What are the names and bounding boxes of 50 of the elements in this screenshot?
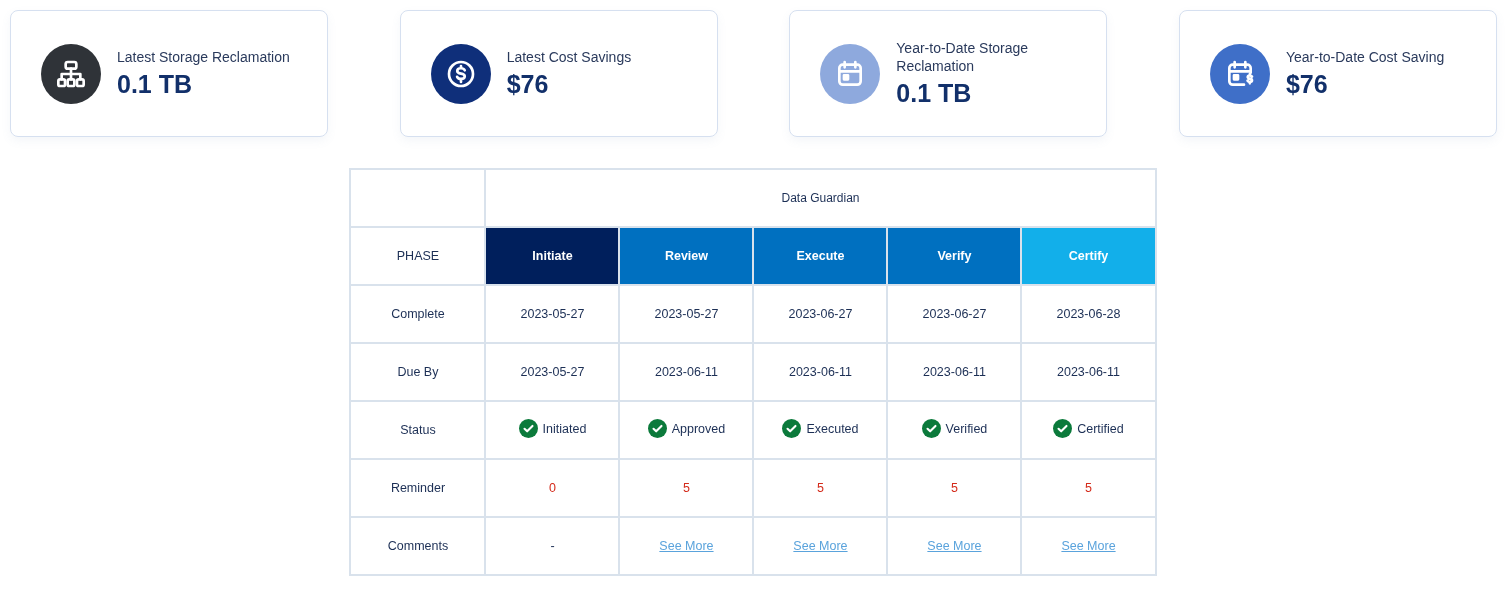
see-more-link[interactable]: See More [1061, 539, 1116, 553]
check-icon [921, 419, 941, 438]
table-cell: 2023-05-27 [485, 285, 620, 343]
table-cell: 2023-06-27 [753, 285, 888, 343]
table-title: Data Guardian [485, 169, 1156, 227]
stat-label: Latest Cost Savings [506, 48, 632, 66]
check-icon [782, 419, 802, 438]
phase-header: Review [619, 227, 754, 285]
stat-value: $76 [1285, 70, 1329, 99]
table-cell: 2023-05-27 [485, 343, 620, 401]
check-icon [647, 419, 667, 438]
check-icon [518, 419, 538, 438]
table-cell: - [485, 517, 620, 575]
table-cell: 2023-06-11 [1021, 343, 1156, 401]
row-label: Reminder [350, 459, 486, 517]
phase-header: Certify [1021, 227, 1156, 285]
table-cell: 2023-06-11 [753, 343, 888, 401]
status-text: Approved [671, 421, 726, 436]
row-label: Due By [350, 343, 486, 401]
check-icon [1053, 419, 1073, 438]
table-cell: 5 [753, 459, 888, 517]
stat-label: Year-to-Date Cost Saving [1285, 48, 1445, 66]
stat-value: 0.1 TB [117, 70, 194, 99]
status-text: Initiated [542, 421, 587, 436]
row-label: PHASE [350, 227, 486, 285]
table-cell: 5 [619, 459, 754, 517]
stat-label: Latest Storage Reclamation [117, 48, 290, 66]
table-cell: 2023-06-11 [887, 343, 1022, 401]
row-label: Complete [350, 285, 486, 343]
see-more-link[interactable]: See More [659, 539, 714, 553]
table-cell: 0 [485, 459, 620, 517]
table-cell: 5 [1021, 459, 1156, 517]
see-more-link[interactable]: See More [927, 539, 982, 553]
phase-header: Execute [753, 227, 888, 285]
table-cell: 2023-06-27 [887, 285, 1022, 343]
table-cell: 2023-06-11 [619, 343, 754, 401]
table-cell: 5 [887, 459, 1022, 517]
status-text: Verified [945, 421, 988, 436]
row-label: Status [350, 401, 486, 459]
table-cell: 2023-05-27 [619, 285, 754, 343]
status-text: Executed [806, 421, 859, 436]
stat-value: 0.1 TB [896, 79, 973, 108]
table-cell: 2023-06-28 [1021, 285, 1156, 343]
status-text: Certified [1077, 421, 1124, 436]
stat-value: $76 [506, 70, 550, 99]
phase-header: Verify [887, 227, 1022, 285]
row-label: Comments [350, 517, 486, 575]
phase-header: Initiate [485, 227, 620, 285]
stat-label: Year-to-Date Storage Reclamation [896, 39, 1030, 75]
see-more-link[interactable]: See More [793, 539, 848, 553]
